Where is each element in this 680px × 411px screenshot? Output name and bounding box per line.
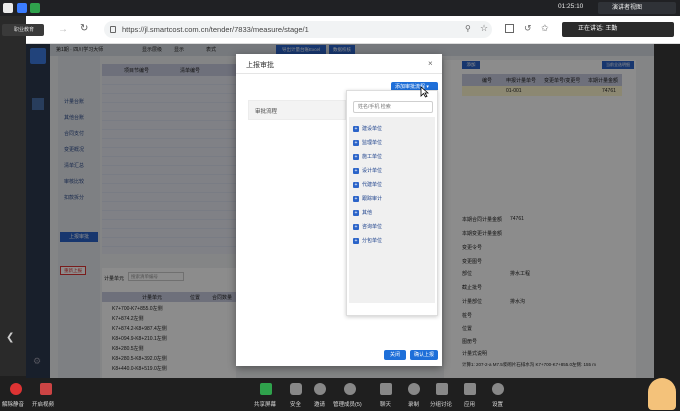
collapse-arrow-icon[interactable]: ❮ <box>6 332 14 343</box>
forward-icon[interactable]: → <box>58 24 68 35</box>
tree-item-label: 分包单位 <box>362 238 383 244</box>
approval-flow-row: 审批流程 <box>248 100 346 120</box>
tree-item-design-unit[interactable]: + 设计单位 <box>353 167 382 176</box>
refresh-panel-icon[interactable]: ↺ <box>524 23 532 34</box>
tree-item-label: 其他 <box>362 210 373 216</box>
meeting-badge: 职业教育 <box>2 24 44 36</box>
expand-icon[interactable]: + <box>353 223 359 230</box>
tree-item-label: 代建单位 <box>362 182 383 188</box>
expand-icon[interactable]: + <box>353 181 359 188</box>
close-icon[interactable]: × <box>428 59 433 68</box>
expand-icon[interactable]: + <box>353 125 359 132</box>
approver-search-input[interactable] <box>353 101 433 113</box>
chat-label[interactable]: 聊天 <box>380 400 391 408</box>
share-screen-label[interactable]: 共享屏幕 <box>254 400 276 408</box>
avatar <box>648 378 676 410</box>
security-label[interactable]: 安全 <box>290 400 301 408</box>
tree-item-label: 建设单位 <box>362 126 383 132</box>
expand-icon[interactable]: + <box>353 195 359 202</box>
dialog-divider <box>236 73 442 74</box>
dialog-title: 上报审批 <box>246 62 274 69</box>
url-text: https://jl.smartcost.com.cn/tender/7833/… <box>122 25 309 34</box>
tree-item-label: 咨询单位 <box>362 224 383 230</box>
settings-label[interactable]: 设置 <box>492 400 503 408</box>
mic-muted-icon[interactable] <box>10 383 22 395</box>
close-button[interactable]: 关闭 <box>384 350 406 360</box>
tree-item-label: 跟踪审计 <box>362 196 383 202</box>
approver-dropdown: +建设单位 +监理单位 +施工单位 +设计单位 +代建单位 +跟踪审计 +其他 … <box>346 90 438 316</box>
system-clock: 01:25:10 <box>558 3 584 10</box>
tree-item-other[interactable]: + 其他 <box>353 209 372 218</box>
chat-icon[interactable] <box>380 383 392 395</box>
expand-icon[interactable]: + <box>353 209 359 216</box>
shield-status-icon <box>17 3 27 13</box>
tree-item-contractor-unit[interactable]: + 施工单位 <box>353 153 382 162</box>
system-top-bar: 01:25:10 演讲者视图 <box>0 0 680 16</box>
invite-label[interactable]: 邀请 <box>314 400 325 408</box>
members-icon[interactable] <box>344 383 356 395</box>
split-view-icon[interactable] <box>505 24 514 33</box>
reload-icon[interactable]: ↻ <box>80 23 88 34</box>
address-bar[interactable]: https://jl.smartcost.com.cn/tender/7833/… <box>104 21 492 38</box>
unmute-label[interactable]: 解除静音 <box>2 400 24 408</box>
record-label[interactable]: 录制 <box>408 400 419 408</box>
tree-item-construction-unit[interactable]: + 建设单位 <box>353 125 382 134</box>
tree-item-agent-unit[interactable]: + 代建单位 <box>353 181 382 190</box>
expand-icon[interactable]: + <box>353 153 359 160</box>
tree-item-supervision-unit[interactable]: + 监理单位 <box>353 139 382 148</box>
mouse-pointer-icon <box>420 86 429 98</box>
star-icon[interactable]: ☆ <box>480 23 488 34</box>
record-icon[interactable] <box>408 383 420 395</box>
expand-icon[interactable]: + <box>353 139 359 146</box>
breakout-icon[interactable] <box>436 383 448 395</box>
key-icon[interactable]: ⚲ <box>465 24 471 33</box>
share-screen-icon[interactable] <box>260 383 272 395</box>
expand-icon[interactable]: + <box>353 237 359 244</box>
browser-toolbar: ← → ↻ https://jl.smartcost.com.cn/tender… <box>0 16 680 44</box>
confirm-submit-label: 确认上报 <box>413 352 434 358</box>
tree-item-subcontract-unit[interactable]: + 分包单位 <box>353 237 382 246</box>
members-label[interactable]: 管理成员(5) <box>333 400 362 408</box>
submit-approval-dialog: 上报审批 × 添加审批流程 ▾ 审批流程 +建设单位 +监理单位 +施工单位 +… <box>236 54 442 366</box>
settings-icon[interactable] <box>492 383 504 395</box>
speaking-label: 正在讲话: 王勤 <box>578 26 618 32</box>
expand-icon[interactable]: + <box>353 167 359 174</box>
apps-icon[interactable] <box>464 383 476 395</box>
tree-item-tracking-audit[interactable]: + 跟踪审计 <box>353 195 382 204</box>
lock-icon <box>110 26 116 33</box>
start-video-label[interactable]: 开启视频 <box>32 400 54 408</box>
camera-off-icon[interactable] <box>40 383 52 395</box>
window-control-icon[interactable] <box>3 3 13 13</box>
approval-flow-label: 审批流程 <box>255 109 278 115</box>
signal-icon <box>30 3 40 13</box>
shield-icon[interactable] <box>290 383 302 395</box>
tree-item-label: 施工单位 <box>362 154 383 160</box>
presenter-view-label: 演讲者视图 <box>612 5 643 11</box>
tree-item-label: 监理单位 <box>362 140 383 146</box>
approver-tree: + 建设单位 + 监理单位 + 施工单位 + 设计单位 + 代建单位 + 跟踪审计 + 其他 … <box>349 117 435 303</box>
tree-item-consulting-unit[interactable]: + 咨询单位 <box>353 223 382 232</box>
meeting-left-strip <box>0 16 26 376</box>
speaking-indicator: 正在讲话: 王勤 <box>562 22 674 37</box>
meeting-badge-label: 职业教育 <box>14 27 35 33</box>
invite-icon[interactable] <box>314 383 326 395</box>
tree-item-label: 设计单位 <box>362 168 383 174</box>
confirm-submit-button[interactable]: 确认上报 <box>410 350 438 360</box>
breakout-label[interactable]: 分组讨论 <box>430 400 452 408</box>
meeting-toolbar: 解除静音 开启视频 共享屏幕 安全 邀请 管理成员(5) 聊天 录制 分组讨论 … <box>0 378 680 411</box>
presenter-view-button[interactable]: 演讲者视图 <box>598 2 676 14</box>
apps-label[interactable]: 应用 <box>464 400 475 408</box>
close-button-label: 关闭 <box>389 352 400 358</box>
favorites-icon[interactable]: ✩ <box>541 23 549 34</box>
